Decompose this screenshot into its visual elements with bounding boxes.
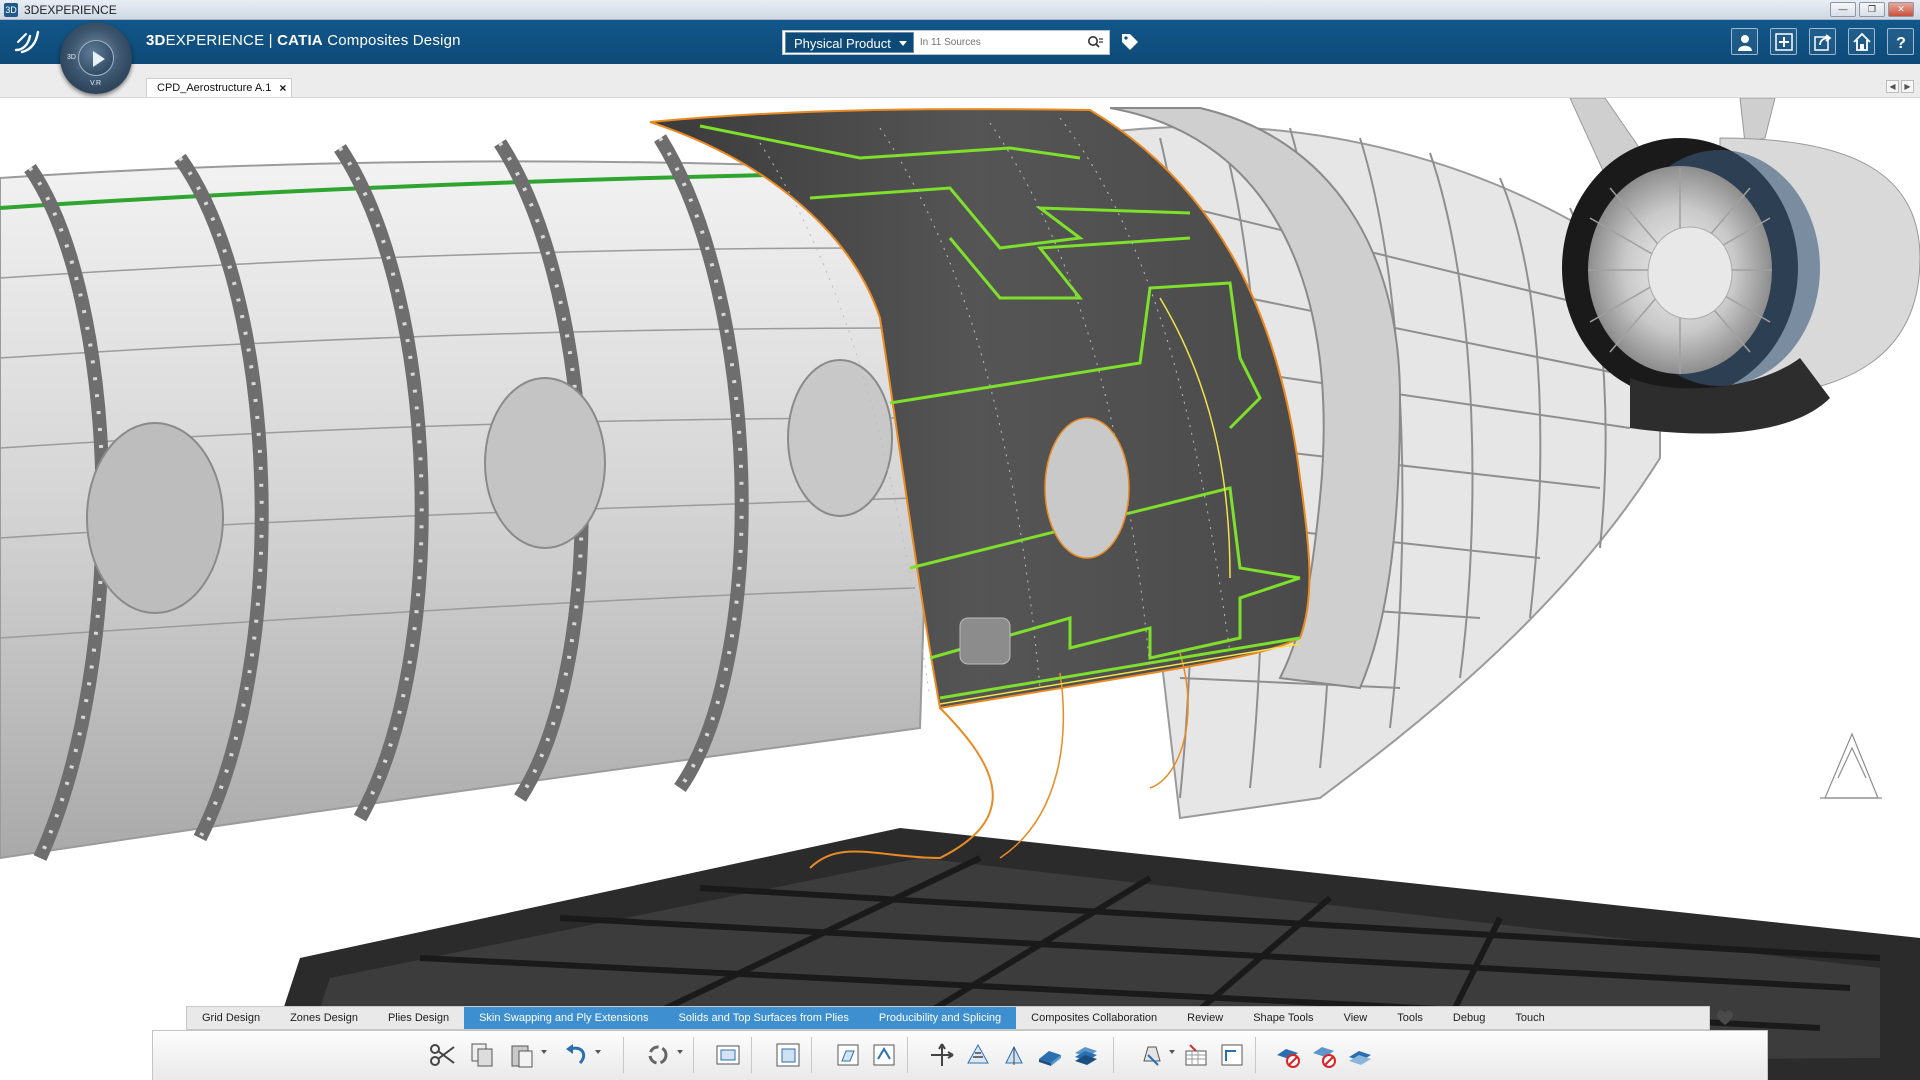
ply-extension-icon[interactable] (1345, 1040, 1375, 1070)
splice-icon[interactable] (1273, 1040, 1303, 1070)
tab-skin-swapping[interactable]: Skin Swapping and Ply Extensions (464, 1007, 664, 1029)
tab-tools[interactable]: Tools (1382, 1007, 1438, 1029)
svg-text:?: ? (1896, 35, 1906, 51)
tab-shape-tools[interactable]: Shape Tools (1238, 1007, 1328, 1029)
tab-composites-collaboration[interactable]: Composites Collaboration (1016, 1007, 1172, 1029)
solid-from-plies-icon[interactable] (1035, 1040, 1065, 1070)
tab-debug[interactable]: Debug (1438, 1007, 1500, 1029)
product-name: CATIA (277, 32, 323, 49)
core-sample-icon[interactable] (1217, 1040, 1247, 1070)
search-bar: Physical Product (782, 30, 1110, 55)
compass-widget[interactable]: 3D V.R (60, 22, 132, 94)
compass-3d-label: 3D (67, 54, 76, 61)
chevron-down-icon (898, 41, 907, 46)
laser-projection-icon[interactable] (1181, 1040, 1211, 1070)
chevron-right-icon[interactable]: ▶ (1901, 80, 1914, 93)
copy-icon[interactable] (467, 1040, 497, 1070)
play-icon (93, 51, 105, 67)
undo-icon[interactable] (561, 1040, 591, 1070)
view-robot-icon[interactable] (1820, 732, 1882, 799)
search-input[interactable] (919, 37, 1070, 48)
toolbar-separator (693, 1037, 694, 1073)
toolbar-separator (751, 1037, 752, 1073)
paste-icon[interactable] (507, 1040, 537, 1070)
search-scope-label: Physical Product (794, 36, 891, 51)
top-surface-icon[interactable] (1071, 1040, 1101, 1070)
brand-name: EXPERIENCE (165, 32, 265, 49)
3d-viewport[interactable] (0, 98, 1920, 1080)
tab-producibility-splicing[interactable]: Producibility and Splicing (863, 1007, 1017, 1029)
brand-separator: | (264, 32, 278, 49)
chevron-down-icon[interactable] (1169, 1050, 1175, 1054)
search-scope-select[interactable]: Physical Product (785, 32, 914, 53)
toolbar-separator (623, 1037, 624, 1073)
dassault-logo-icon[interactable] (12, 28, 44, 56)
app-logo-icon: 3D (4, 2, 18, 17)
close-icon[interactable]: × (279, 79, 286, 97)
chevron-down-icon[interactable] (541, 1050, 547, 1054)
tab-view[interactable]: View (1329, 1007, 1383, 1029)
toolbar-separator (1255, 1037, 1256, 1073)
window-controls: — ❐ ✕ (1830, 2, 1914, 17)
tab-review[interactable]: Review (1172, 1007, 1238, 1029)
home-icon[interactable] (1848, 28, 1875, 55)
help-icon[interactable]: ? (1887, 28, 1914, 55)
main-fuselage (0, 134, 932, 861)
dart-icon[interactable] (1309, 1040, 1339, 1070)
tab-scroll-controls: ◀ ▶ (1886, 80, 1914, 93)
ply-table-icon[interactable] (833, 1040, 863, 1070)
tab-zones-design[interactable]: Zones Design (275, 1007, 373, 1029)
action-bar-tabs: Grid Design Zones Design Plies Design Sk… (186, 1006, 1710, 1030)
tag-icon[interactable] (1120, 32, 1140, 52)
tab-solids-top-surfaces[interactable]: Solids and Top Surfaces from Plies (663, 1007, 864, 1029)
rosette-icon[interactable] (927, 1040, 957, 1070)
search-icon[interactable] (1087, 35, 1103, 51)
flattening-icon[interactable] (999, 1040, 1029, 1070)
zone-panel-icon[interactable] (773, 1040, 803, 1070)
tab-grid-design[interactable]: Grid Design (187, 1007, 275, 1029)
cut-icon[interactable] (427, 1040, 457, 1070)
document-tab-strip: CPD_Aerostructure A.1 × ◀ ▶ (0, 64, 1920, 98)
window-title: 3DEXPERIENCE (24, 2, 117, 17)
user-profile-icon[interactable] (1731, 28, 1758, 55)
favorites-heart-icon[interactable] (1714, 1006, 1736, 1028)
action-bar-toolbar (152, 1030, 1768, 1080)
minimize-button[interactable]: — (1830, 2, 1856, 17)
compass-vr-label: V.R (90, 80, 102, 87)
restore-button[interactable]: ❐ (1859, 2, 1885, 17)
material-excess-icon[interactable] (1137, 1040, 1167, 1070)
header-actions: ? (1731, 28, 1914, 55)
chevron-down-icon[interactable] (677, 1050, 683, 1054)
close-button[interactable]: ✕ (1888, 2, 1914, 17)
grid-panel-icon[interactable] (713, 1040, 743, 1070)
app-name: Composites Design (322, 32, 461, 49)
share-icon[interactable] (1809, 28, 1836, 55)
brand-prefix: 3D (146, 32, 166, 49)
add-icon[interactable] (1770, 28, 1797, 55)
app-header: 3DEXPERIENCE | CATIA Composites Design P… (0, 20, 1920, 64)
tab-plies-design[interactable]: Plies Design (373, 1007, 464, 1029)
document-tab-label: CPD_Aerostructure A.1 (157, 82, 272, 94)
tab-touch[interactable]: Touch (1500, 1007, 1559, 1029)
aircraft-model-render (0, 98, 1920, 1080)
toolbar-separator (907, 1037, 908, 1073)
chevron-left-icon[interactable]: ◀ (1886, 80, 1899, 93)
fiber-simulation-icon[interactable] (963, 1040, 993, 1070)
chevron-down-icon[interactable] (595, 1050, 601, 1054)
compass-center[interactable] (78, 40, 114, 76)
document-tab[interactable]: CPD_Aerostructure A.1 × (146, 78, 293, 97)
toolbar-separator (1113, 1037, 1114, 1073)
ply-explorer-icon[interactable] (869, 1040, 899, 1070)
window-titlebar: 3D 3DEXPERIENCE — ❐ ✕ (0, 0, 1920, 20)
update-icon[interactable] (643, 1040, 673, 1070)
toolbar-separator (811, 1037, 812, 1073)
app-title: 3DEXPERIENCE | CATIA Composites Design (146, 32, 461, 49)
